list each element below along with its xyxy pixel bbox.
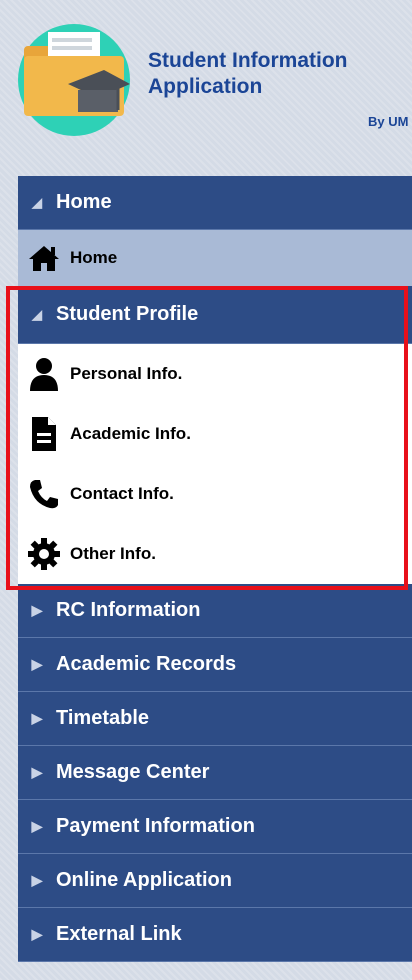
collapsed-arrow-icon: ▶ xyxy=(31,656,43,672)
menu-header-academic-records[interactable]: ▶ Academic Records xyxy=(18,638,412,692)
menu-header-label: Message Center xyxy=(56,761,210,783)
menu-header-online-application[interactable]: ▶ Online Application xyxy=(18,854,412,908)
menu-header-message-center[interactable]: ▶ Message Center xyxy=(18,746,412,800)
menu-header-home[interactable]: ◢ Home xyxy=(18,176,412,230)
menu-item-other-info-label: Other Info. xyxy=(70,544,156,563)
menu-header-label: Online Application xyxy=(56,869,232,891)
menu-header-student-profile[interactable]: ◢ Student Profile xyxy=(18,286,412,344)
menu-header-rc-information[interactable]: ▶ RC Information xyxy=(18,584,412,638)
menu-item-home[interactable]: Home xyxy=(18,230,412,286)
menu-item-home-label: Home xyxy=(70,248,118,267)
side-menu: ◢ Home Home ◢ Student Profile Personal I… xyxy=(18,176,412,962)
collapsed-arrow-icon: ▶ xyxy=(31,926,43,942)
app-logo xyxy=(18,24,130,136)
expanded-arrow-icon: ◢ xyxy=(32,194,42,210)
menu-header-payment-information[interactable]: ▶ Payment Information xyxy=(18,800,412,854)
phone-icon xyxy=(18,478,70,510)
app-title-line2: Application xyxy=(148,75,263,98)
document-icon xyxy=(18,417,70,451)
menu-item-contact-info[interactable]: Contact Info. xyxy=(18,464,412,524)
menu-header-label: Academic Records xyxy=(56,653,237,675)
menu-header-label: Payment Information xyxy=(56,815,255,837)
menu-item-contact-info-label: Contact Info. xyxy=(70,484,174,503)
collapsed-arrow-icon: ▶ xyxy=(31,818,43,834)
menu-header-external-link[interactable]: ▶ External Link xyxy=(18,908,412,962)
menu-item-other-info[interactable]: Other Info. xyxy=(18,524,412,584)
app-title-line1: Student Information xyxy=(148,49,348,72)
menu-header-student-profile-label: Student Profile xyxy=(56,303,199,325)
collapsed-arrow-icon: ▶ xyxy=(31,872,43,888)
menu-header-timetable[interactable]: ▶ Timetable xyxy=(18,692,412,746)
app-title: Student Information Application xyxy=(148,48,347,100)
app-header: Student Information Application By UM xyxy=(0,0,412,180)
menu-header-label: External Link xyxy=(56,923,182,945)
menu-item-personal-info-label: Personal Info. xyxy=(70,364,183,383)
menu-header-label: Timetable xyxy=(56,707,149,729)
collapsed-arrow-icon: ▶ xyxy=(31,764,43,780)
person-icon xyxy=(18,357,70,391)
house-icon xyxy=(18,244,70,272)
menu-item-academic-info-label: Academic Info. xyxy=(70,424,191,443)
menu-item-personal-info[interactable]: Personal Info. xyxy=(18,344,412,404)
menu-header-home-label: Home xyxy=(56,191,112,213)
gear-icon xyxy=(18,537,70,571)
collapsed-arrow-icon: ▶ xyxy=(31,710,43,726)
menu-header-label: RC Information xyxy=(56,599,201,621)
collapsed-arrow-icon: ▶ xyxy=(31,602,43,618)
expanded-arrow-icon: ◢ xyxy=(32,306,42,322)
menu-item-academic-info[interactable]: Academic Info. xyxy=(18,404,412,464)
app-author: By UM xyxy=(368,114,409,129)
